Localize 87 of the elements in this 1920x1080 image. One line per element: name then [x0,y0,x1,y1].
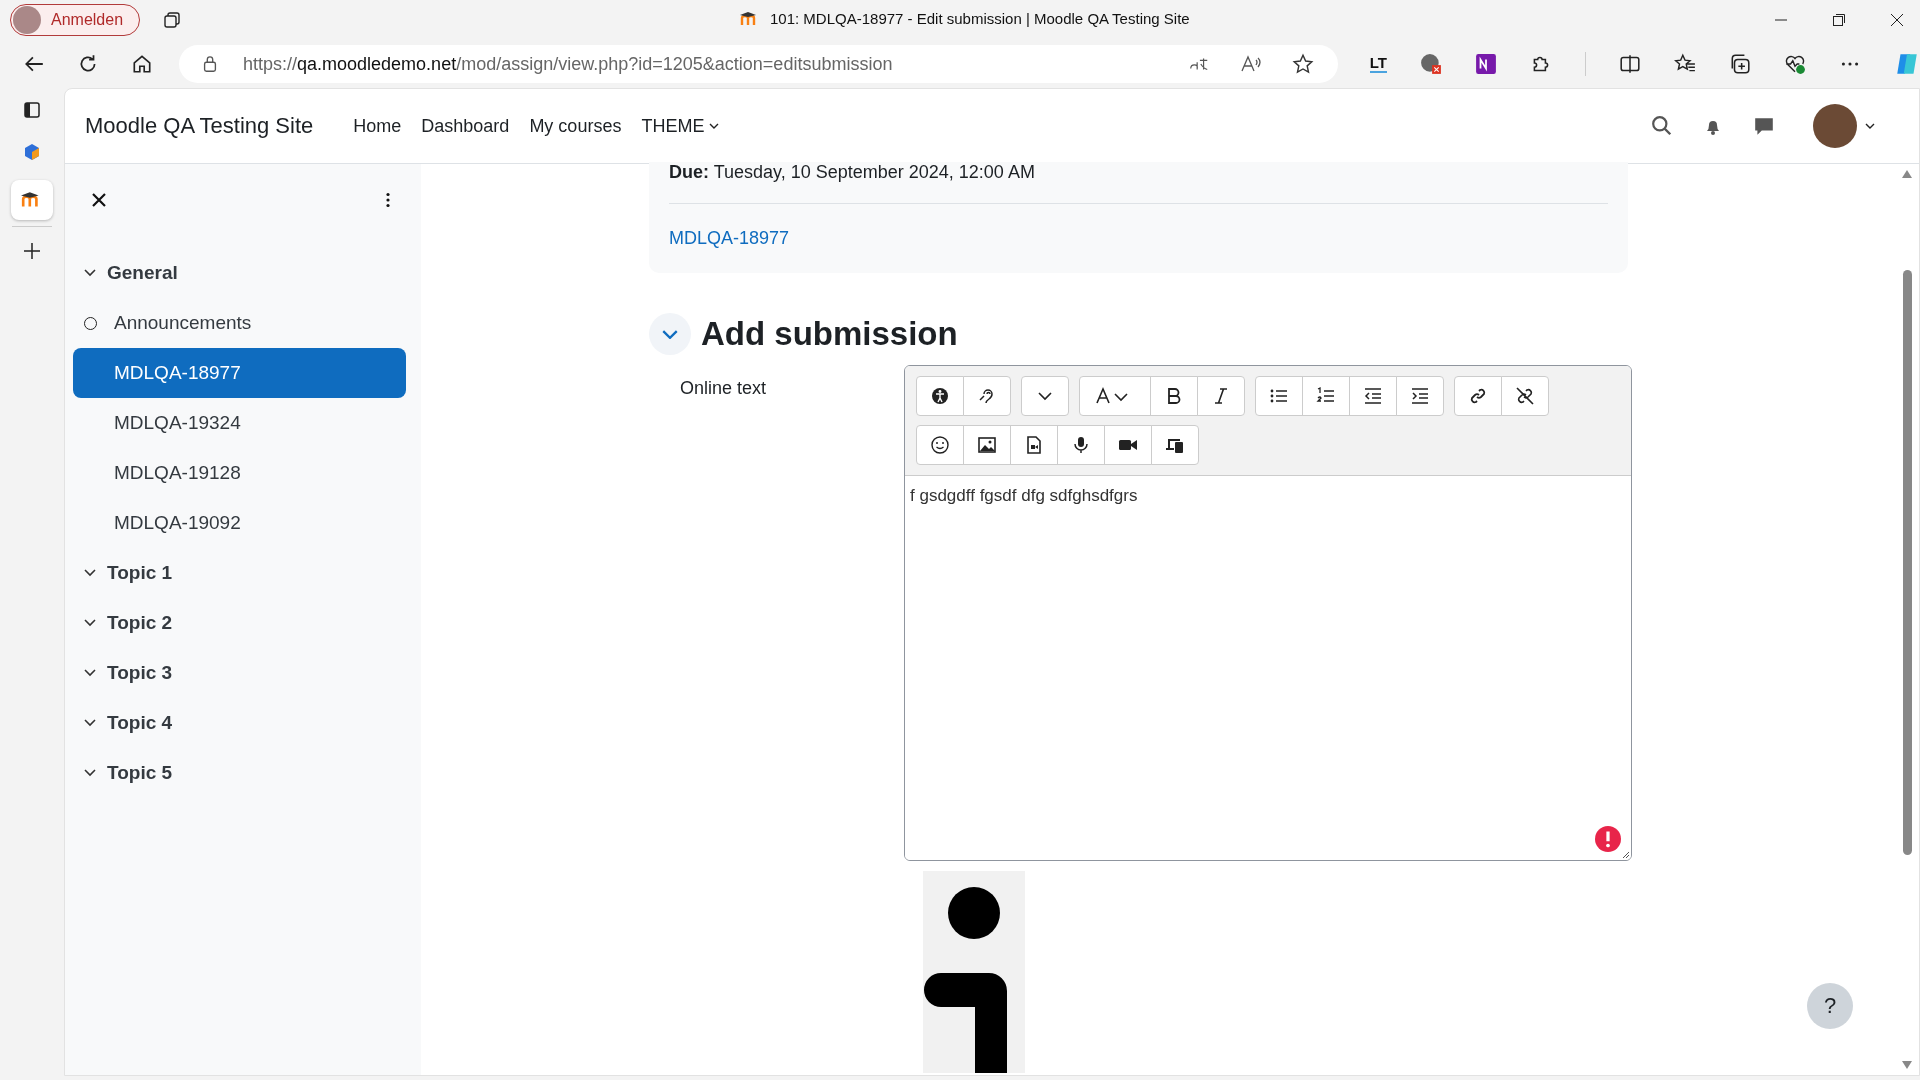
site-name[interactable]: Moodle QA Testing Site [85,113,314,139]
image-button[interactable] [963,425,1011,465]
media-file-icon [1024,435,1044,455]
field-label: Online text [679,377,768,400]
scroll-down-icon[interactable] [1902,1061,1912,1069]
split-screen-icon[interactable] [1619,53,1641,75]
chevron-icon [84,669,96,677]
nav-link[interactable]: Dashboard [421,115,510,137]
activity-item[interactable]: MDLQA-19128 [73,448,406,498]
sidebar-icon[interactable] [22,100,42,120]
notebook-icon[interactable] [1475,53,1497,75]
emoji-button[interactable] [916,425,964,465]
caret-icon[interactable] [1865,123,1875,129]
image-icon [977,435,997,455]
smiley-icon [930,435,950,455]
italic-button[interactable] [1197,376,1245,416]
search-icon[interactable] [1651,115,1673,137]
address-bar[interactable]: https://qa.moodledemo.net/mod/assign/view.php?id=1205&action=editsubmission [179,45,1338,83]
moodle-app-icon[interactable] [11,180,53,220]
tabs-icon[interactable] [162,10,183,30]
indent-icon [1410,386,1430,406]
section-item[interactable]: Topic 1 [73,548,406,598]
outdent-icon [1363,386,1383,406]
close-icon[interactable] [91,192,107,208]
chevron-icon [84,719,96,727]
chevron-icon [84,269,96,277]
section-item[interactable]: Topic 3 [73,648,406,698]
activity-item[interactable]: MDLQA-18977 [73,348,406,398]
url-text: https://qa.moodledemo.net/mod/assign/view.php?id=1205&action=editsubmission [243,53,894,75]
health-icon[interactable] [1784,53,1806,75]
collections-icon[interactable] [1729,53,1751,75]
close-icon[interactable] [1890,13,1904,27]
section-item[interactable]: Topic 2 [73,598,406,648]
numbered-list-button[interactable] [1302,376,1350,416]
restore-icon[interactable] [1832,13,1846,27]
resize-handle-icon[interactable] [1620,849,1630,859]
activity-item[interactable]: MDLQA-19324 [73,398,406,448]
copilot-icon[interactable] [1894,51,1920,77]
due-date: Due: Tuesday, 10 September 2024, 12:00 AM [669,162,1036,183]
lock-icon [201,55,219,73]
link-icon [1468,386,1488,406]
bold-button[interactable] [1150,376,1198,416]
accessibility-button[interactable] [916,376,964,416]
section-item[interactable]: Topic 4 [73,698,406,748]
profile-button[interactable]: Anmelden [10,4,141,36]
chevron-icon [84,769,96,777]
accessibility-icon [930,386,950,406]
collapse-button[interactable] [649,313,691,355]
link-button[interactable] [1454,376,1502,416]
chevron-icon [84,619,96,627]
nav-link[interactable]: My courses [529,115,622,137]
indent-button[interactable] [1396,376,1444,416]
activity-item[interactable]: MDLQA-19092 [73,498,406,548]
media-button[interactable] [1010,425,1058,465]
activity-item[interactable]: Announcements [73,298,406,348]
caret-icon [709,123,720,129]
unlink-icon [1515,386,1535,406]
font-style-button[interactable] [1079,376,1151,416]
devices-button[interactable] [1151,425,1199,465]
user-avatar[interactable] [1813,104,1857,148]
microphone-button[interactable] [1057,425,1105,465]
chat-icon[interactable] [1753,115,1775,137]
add-icon[interactable] [22,241,42,261]
hearing-button[interactable] [963,376,1011,416]
scrollbar-thumb[interactable] [1902,270,1912,855]
tab-title: 101: MDLQA-18977 - Edit submission | Moodle QA Testing Site [770,10,1190,27]
help-button[interactable]: ? [1807,983,1853,1029]
cube-icon[interactable] [22,142,42,162]
nav-link[interactable]: Home [353,115,402,137]
video-button[interactable] [1104,425,1152,465]
avatar-icon [13,6,41,34]
nav-link[interactable]: THEME [641,115,720,137]
section-item[interactable]: General [73,248,406,298]
activity-link[interactable]: MDLQA-18977 [669,228,790,248]
chevron-icon [84,569,96,577]
scroll-up-icon[interactable] [1902,170,1912,178]
home-icon[interactable] [131,53,153,75]
text-editor[interactable]: f gsdgdff fgsdf dfg sdfghsdfgrs [904,365,1632,861]
chevron-icon [662,329,678,339]
section-heading: Add submission [701,315,958,353]
blocked-extension-icon[interactable] [1420,53,1442,75]
section-item[interactable]: Topic 5 [73,748,406,798]
bullet-list-button[interactable] [1255,376,1303,416]
unlink-button[interactable] [1501,376,1549,416]
microphone-icon [1071,435,1091,455]
star-icon[interactable] [1291,53,1314,75]
outdent-button[interactable] [1349,376,1397,416]
